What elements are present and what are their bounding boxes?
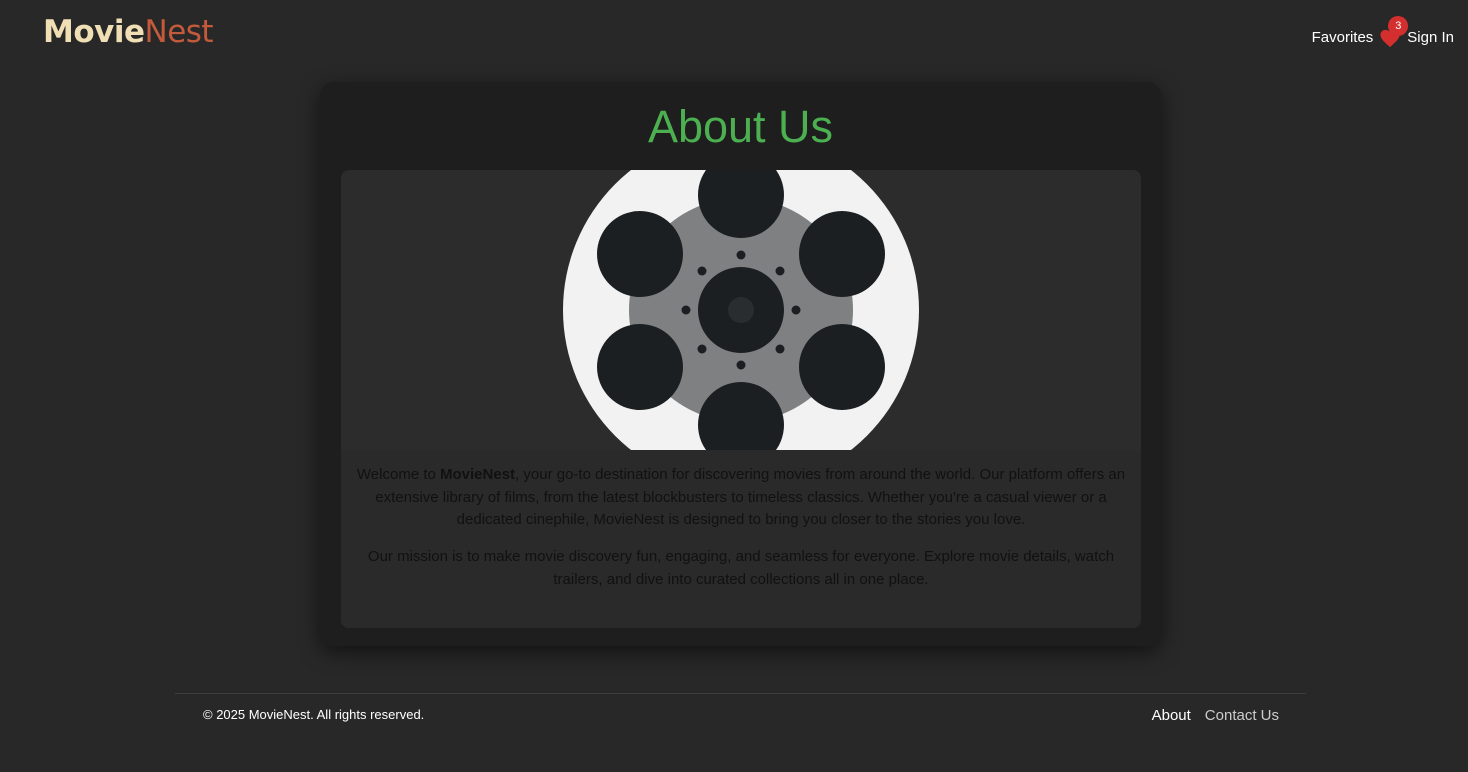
favorites-count-badge: 3 [1388,16,1409,36]
brand-name-bold: MovieNest [440,466,516,483]
nav: Favorites 3 Sign In [1312,16,1454,48]
mission-paragraph: Our mission is to make movie discovery f… [367,548,1115,588]
logo-movie: Movie [43,14,145,50]
footer-divider [175,693,1306,694]
logo-nest: Nest [144,14,214,50]
intro-paragraph: Welcome to MovieNest, your go-to destina… [355,464,1127,532]
about-content: Welcome to MovieNest, your go-to destina… [341,170,1141,628]
page-title: About Us [647,101,834,152]
favorites-link[interactable]: Favorites [1312,29,1374,46]
favorites-button[interactable]: 3 [1379,16,1409,48]
sign-in-link[interactable]: Sign In [1407,29,1454,46]
intro-text: Welcome to [356,466,441,483]
footer-contact-link[interactable]: Contact Us [1205,707,1279,724]
footer-links: About Contact Us [1152,707,1279,724]
logo[interactable]: MovieNest [43,14,214,50]
film-reel-icon [563,170,919,450]
header: MovieNest Favorites 3 Sign In [0,0,1468,72]
about-text: Welcome to MovieNest, your go-to destina… [341,450,1141,628]
copyright: © 2025 MovieNest. All rights reserved. [203,707,425,722]
hero-image [341,170,1141,450]
footer-about-link[interactable]: About [1152,707,1191,724]
